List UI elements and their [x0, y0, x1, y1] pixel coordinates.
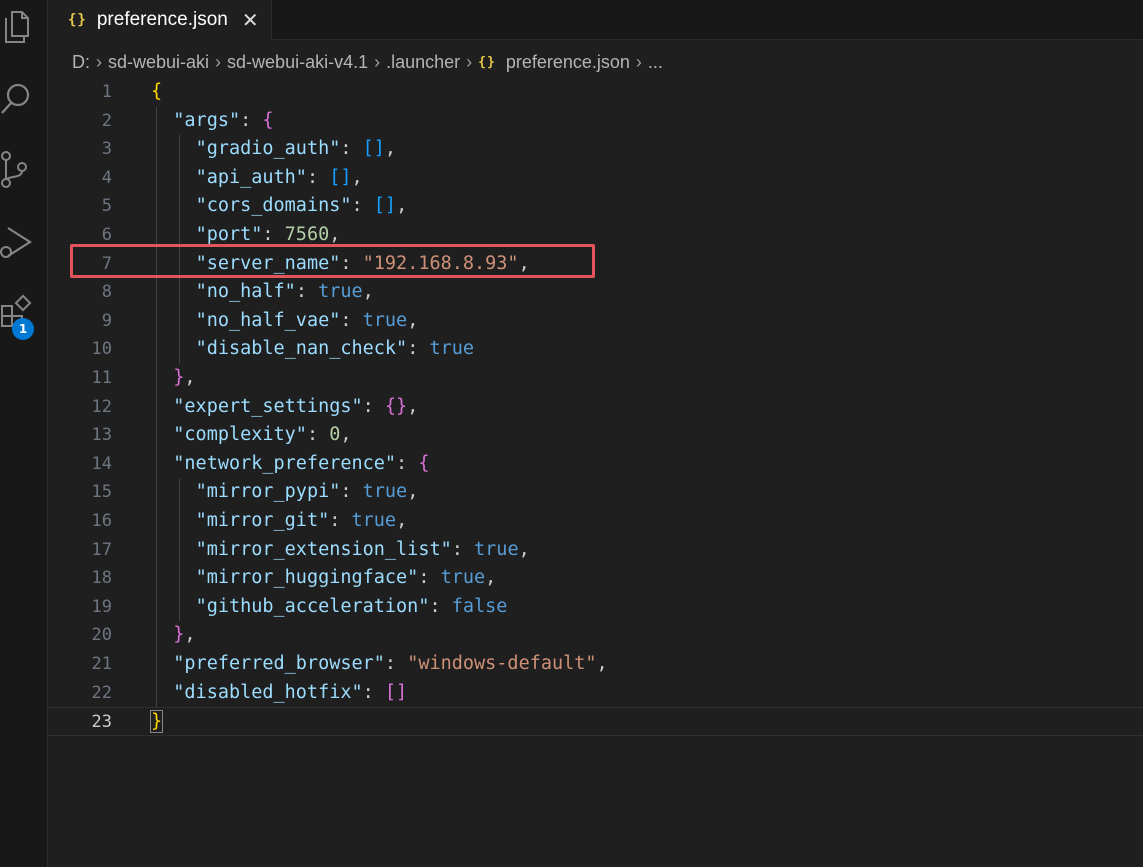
- breadcrumb-more[interactable]: ...: [648, 52, 663, 73]
- code-line: 13 "complexity": 0,: [91, 424, 352, 446]
- activity-bar: 1: [0, 0, 48, 867]
- chevron-right-icon: ›: [635, 51, 642, 72]
- code-line: 21 "preferred_browser": "windows-default…: [91, 653, 608, 674]
- breadcrumb-file[interactable]: preference.json: [506, 52, 630, 73]
- code-line: 20 },: [91, 624, 196, 646]
- close-icon[interactable]: ✕: [242, 8, 259, 33]
- code-line: 2 "args": {: [101, 109, 274, 131]
- breadcrumb-folder[interactable]: sd-webui-aki: [108, 52, 209, 73]
- code-line: 17 "mirror_extension_list": true,: [91, 538, 530, 560]
- code-line: 8 "no_half": true,: [101, 281, 374, 303]
- breadcrumb-folder[interactable]: sd-webui-aki-v4.1: [227, 52, 368, 73]
- extensions-badge: 1: [12, 318, 34, 340]
- chevron-right-icon: ›: [466, 51, 473, 72]
- run-debug-icon[interactable]: [0, 222, 34, 262]
- code-line: 1{: [101, 81, 163, 102]
- code-line: 3 "gradio_auth": [],: [101, 138, 397, 160]
- breadcrumb: D: › sd-webui-aki › sd-webui-aki-v4.1 › …: [72, 48, 663, 76]
- code-line: 9 "no_half_vae": true,: [101, 309, 419, 331]
- tab-label: preference.json: [96, 9, 228, 30]
- code-line: 14 "network_preference": {: [91, 452, 430, 474]
- code-editor[interactable]: 1{ 2 "args": { 3 "gradio_auth": [], 4 "a…: [48, 78, 1143, 867]
- chevron-right-icon: ›: [374, 51, 381, 72]
- chevron-right-icon: ›: [215, 51, 222, 72]
- code-line: 19 "github_acceleration": false: [91, 595, 508, 617]
- json-braces-icon: {}: [478, 54, 496, 70]
- code-line: 15 "mirror_pypi": true,: [91, 481, 419, 503]
- code-line: 5 "cors_domains": [],: [101, 195, 408, 217]
- code-line: 10 "disable_nan_check": true: [91, 338, 475, 360]
- code-line: 22 "disabled_hotfix": []: [91, 681, 408, 703]
- json-braces-icon: {}: [68, 12, 87, 28]
- tab-bar: {} preference.json ✕: [48, 0, 1143, 40]
- code-line: 4 "api_auth": [],: [101, 166, 363, 188]
- tab-preference-json[interactable]: {} preference.json ✕: [48, 0, 272, 40]
- search-icon[interactable]: [0, 78, 34, 118]
- highlight-annotation-box: [70, 244, 595, 278]
- code-line: 12 "expert_settings": {},: [91, 395, 419, 417]
- chevron-right-icon: ›: [96, 51, 102, 72]
- code-line: 16 "mirror_git": true,: [91, 510, 408, 531]
- code-line: 11 },: [91, 367, 196, 388]
- breadcrumb-folder[interactable]: .launcher: [386, 52, 460, 73]
- code-line: 18 "mirror_huggingface": true,: [91, 567, 497, 589]
- source-control-icon[interactable]: [0, 150, 34, 190]
- code-line-current: 23}: [48, 707, 1143, 736]
- explorer-icon[interactable]: [0, 6, 34, 46]
- breadcrumb-drive[interactable]: D:: [72, 52, 90, 73]
